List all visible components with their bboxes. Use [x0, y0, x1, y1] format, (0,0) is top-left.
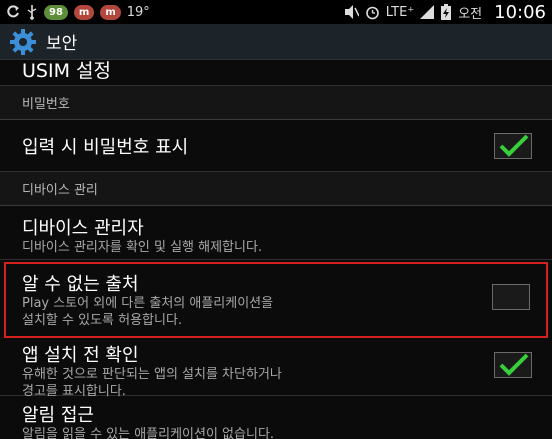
usb-icon	[26, 4, 38, 20]
verify-apps-checkbox[interactable]	[494, 352, 532, 378]
gear-icon[interactable]	[8, 27, 38, 57]
verify-apps-subtitle-line1: 유해한 것으로 판단되는 앱의 설치를 차단하거나	[22, 367, 282, 382]
battery-charging-icon	[440, 4, 452, 20]
message-app-icon: m	[100, 4, 121, 20]
unknown-sources-checkbox[interactable]	[492, 284, 530, 310]
clock: 10:06	[494, 1, 546, 23]
show-password-item[interactable]: 입력 시 비밀번호 표시	[0, 120, 552, 172]
sync-icon	[6, 4, 20, 20]
device-admin-item[interactable]: 디바이스 관리자 디바이스 관리자를 확인 및 실행 해제합니다.	[0, 206, 552, 260]
am-pm: 오전	[458, 6, 483, 22]
usim-settings-item[interactable]: USIM 설정	[0, 60, 552, 86]
mute-icon	[343, 4, 359, 20]
action-bar: 보안	[0, 24, 552, 60]
temperature: 19°	[126, 4, 150, 20]
verify-apps-title: 앱 설치 전 확인	[22, 345, 139, 366]
section-header-device-admin: 디바이스 관리	[0, 172, 552, 206]
unknown-sources-item[interactable]: 알 수 없는 출처 Play 스토어 외에 다른 출처의 애플리케이션을 설치할…	[4, 262, 548, 338]
section-header-label: 디바이스 관리	[22, 183, 98, 198]
verify-apps-item[interactable]: 앱 설치 전 확인 유해한 것으로 판단되는 앱의 설치를 차단하거나 경고를 …	[0, 338, 552, 399]
section-header-label: 비밀번호	[22, 97, 70, 112]
show-password-checkbox[interactable]	[494, 133, 532, 159]
network-type: LTE⁺	[385, 4, 415, 20]
unknown-sources-subtitle-line2: 설치할 수 있도록 허용합니다.	[22, 312, 183, 328]
usim-settings-label: USIM 설정	[22, 60, 111, 82]
notification-access-item[interactable]: 알림 접근 알림을 읽을 수 있는 애플리케이션이 없습니다.	[0, 396, 552, 439]
unknown-sources-subtitle-line1: Play 스토어 외에 다른 출처의 애플리케이션을	[22, 296, 274, 311]
notification-access-subtitle: 알림을 읽을 수 있는 애플리케이션이 없습니다.	[22, 427, 275, 439]
section-header-password: 비밀번호	[0, 86, 552, 120]
status-bar: 98 m m 19° LTE⁺ 오전 10:06	[0, 0, 552, 24]
device-admin-title: 디바이스 관리자	[22, 218, 144, 239]
unknown-sources-title: 알 수 없는 출처	[22, 274, 139, 295]
page-title: 보안	[46, 34, 78, 54]
show-password-label: 입력 시 비밀번호 표시	[22, 136, 189, 158]
device-admin-subtitle: 디바이스 관리자를 확인 및 실행 해제합니다.	[22, 240, 263, 255]
battery-percent-badge: 98	[44, 4, 68, 20]
notification-access-title: 알림 접근	[22, 405, 94, 426]
message-app-icon: m	[73, 4, 95, 20]
settings-list[interactable]: USIM 설정 비밀번호 입력 시 비밀번호 표시 디바이스 관리 디바이스 관…	[0, 60, 552, 439]
signal-icon	[420, 4, 435, 20]
alarm-icon	[365, 4, 380, 20]
